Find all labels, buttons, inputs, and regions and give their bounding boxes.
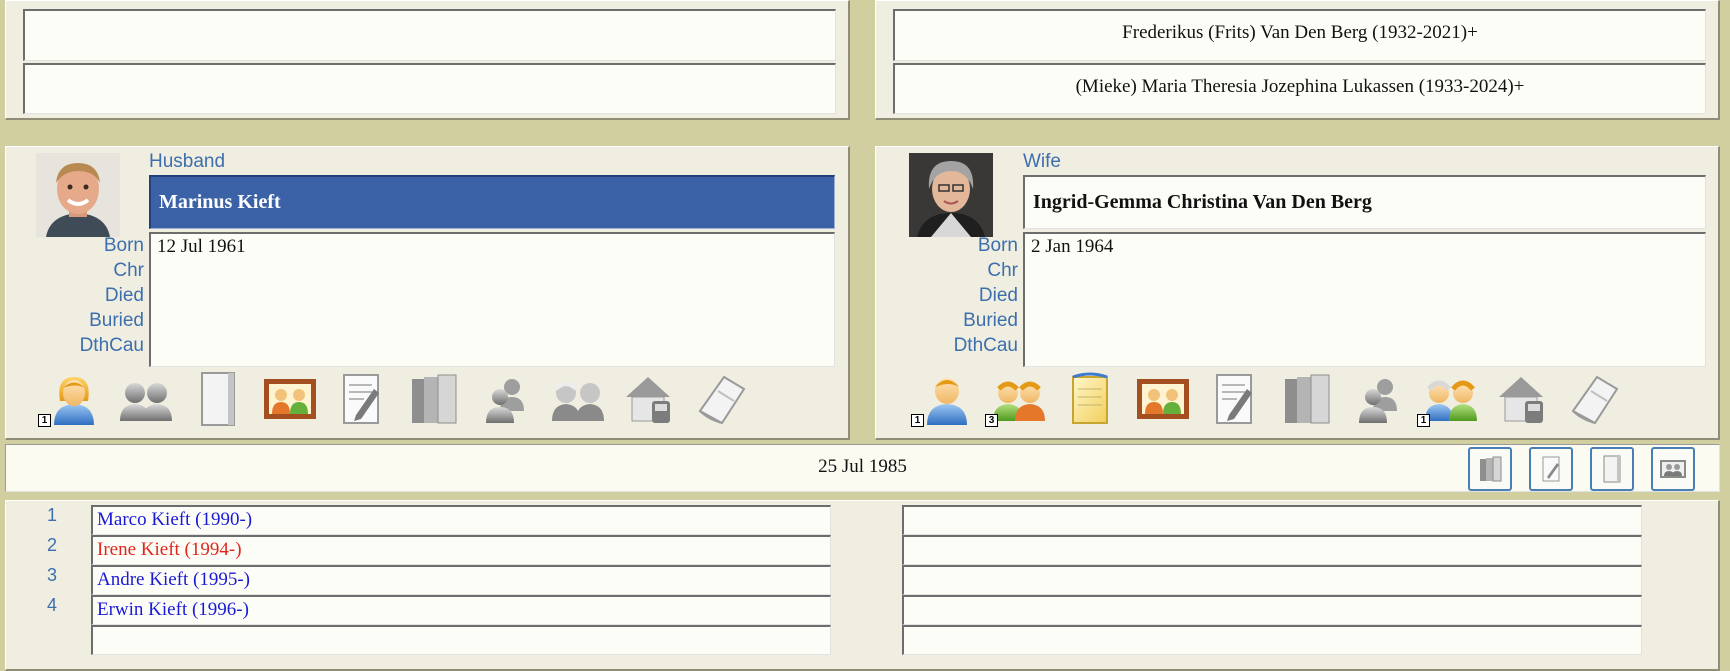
parents-icon[interactable]	[1423, 371, 1479, 427]
relatives-icon[interactable]	[478, 371, 534, 427]
event-label-buried: Buried	[963, 310, 1018, 331]
event-label-chr: Chr	[987, 260, 1018, 281]
wife-mother-field[interactable]: (Mieke) Maria Theresia Jozephina Lukasse…	[893, 63, 1706, 114]
marriage-toolbar	[1468, 447, 1718, 491]
edit-document-icon	[1542, 456, 1560, 482]
parents-icon[interactable]	[550, 371, 606, 427]
wife-photo[interactable]	[909, 153, 993, 237]
wife-name-field[interactable]: Ingrid-Gemma Christina Van Den Berg	[1023, 175, 1706, 229]
wife-person-badge: 1	[911, 414, 924, 427]
husband-panel: Husband Marinus Kieft Born Chr Died Buri…	[5, 146, 850, 440]
child-name-field[interactable]: Erwin Kieft (1996-)	[91, 595, 831, 625]
event-label-buried: Buried	[89, 310, 144, 331]
wife-role-label: Wife	[1023, 151, 1061, 172]
address-icon[interactable]	[622, 371, 678, 427]
note-icon[interactable]	[190, 371, 246, 427]
husband-name-field[interactable]: Marinus Kieft	[149, 175, 835, 229]
couple-icon[interactable]	[991, 371, 1047, 427]
marriage-books-button[interactable]	[1468, 447, 1512, 491]
child-number: 2	[46, 535, 57, 555]
event-label-born: Born	[977, 235, 1018, 256]
child-name-field[interactable]: Irene Kieft (1994-)	[91, 535, 831, 565]
husband-toolbar: 1	[36, 371, 826, 431]
child-spouse-field[interactable]	[902, 535, 1642, 565]
event-label-died: Died	[104, 285, 144, 306]
husband-father-field[interactable]	[23, 9, 836, 61]
books-icon	[1480, 456, 1502, 482]
husband-event-labels: Born Chr Died Buried DthCau	[20, 235, 144, 360]
event-label-died: Died	[978, 285, 1018, 306]
wife-father-field[interactable]: Frederikus (Frits) Van Den Berg (1932-20…	[893, 9, 1706, 61]
husband-role-label: Husband	[149, 151, 226, 172]
child-spouse-field[interactable]	[902, 565, 1642, 595]
event-label-dthcau: DthCau	[953, 335, 1018, 356]
event-label-chr: Chr	[113, 260, 144, 281]
marriage-note-button[interactable]	[1590, 447, 1634, 491]
wife-events-field[interactable]: 2 Jan 1964	[1023, 232, 1706, 367]
husband-events-field[interactable]: 12 Jul 1961	[149, 232, 835, 367]
picture-icon[interactable]	[262, 371, 318, 427]
marriage-edit-button[interactable]	[1529, 447, 1573, 491]
books-icon[interactable]	[1279, 371, 1335, 427]
source-icon[interactable]	[1567, 371, 1623, 427]
child-number: 4	[46, 595, 57, 615]
wife-event-labels: Born Chr Died Buried DthCau	[894, 235, 1018, 360]
child-name-field[interactable]: Andre Kieft (1995-)	[91, 565, 831, 595]
husband-photo[interactable]	[36, 153, 120, 237]
marriage-picture-button[interactable]	[1651, 447, 1695, 491]
edit-document-icon[interactable]	[1207, 371, 1263, 427]
wife-parents-panel: Frederikus (Frits) Van Den Berg (1932-20…	[875, 0, 1720, 120]
person-male-icon[interactable]	[919, 371, 975, 427]
picture-icon	[1660, 460, 1686, 478]
note-icon	[1603, 455, 1621, 483]
child-name-field[interactable]	[91, 625, 831, 655]
wife-toolbar: 1 3 1	[909, 371, 1699, 431]
child-name-field[interactable]: Marco Kieft (1990-)	[91, 505, 831, 535]
husband-person-badge: 1	[38, 414, 51, 427]
husband-parents-panel	[5, 0, 850, 120]
wife-parents-badge: 1	[1417, 414, 1430, 427]
books-icon[interactable]	[406, 371, 462, 427]
child-number: 1	[46, 505, 57, 525]
child-spouse-field[interactable]	[902, 625, 1642, 655]
picture-icon[interactable]	[1135, 371, 1191, 427]
event-label-dthcau: DthCau	[79, 335, 144, 356]
relatives-icon[interactable]	[1351, 371, 1407, 427]
wife-couple-badge: 3	[985, 414, 998, 427]
couple-icon[interactable]	[118, 371, 174, 427]
note-icon[interactable]	[1063, 371, 1119, 427]
person-female-icon[interactable]	[46, 371, 102, 427]
children-panel: 1 2 3 4 Marco Kieft (1990-) Irene Kieft …	[5, 500, 1720, 671]
child-spouse-field[interactable]	[902, 505, 1642, 535]
event-label-born: Born	[103, 235, 144, 256]
wife-panel: Wife Ingrid-Gemma Christina Van Den Berg…	[875, 146, 1720, 440]
source-icon[interactable]	[694, 371, 750, 427]
child-spouse-field[interactable]	[902, 595, 1642, 625]
child-number: 3	[46, 565, 57, 585]
husband-mother-field[interactable]	[23, 63, 836, 114]
marriage-date-field[interactable]: 25 Jul 1985	[5, 444, 1720, 492]
address-icon[interactable]	[1495, 371, 1551, 427]
edit-document-icon[interactable]	[334, 371, 390, 427]
